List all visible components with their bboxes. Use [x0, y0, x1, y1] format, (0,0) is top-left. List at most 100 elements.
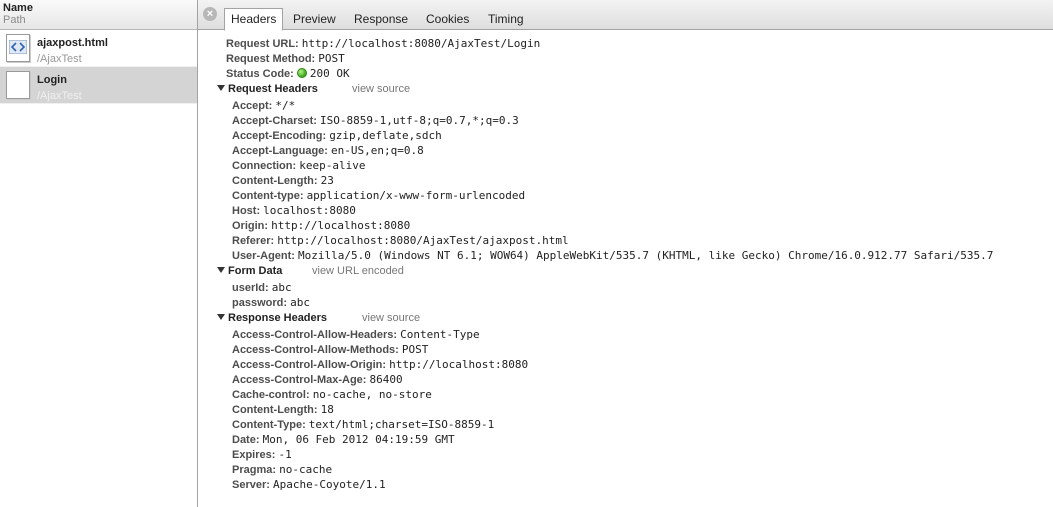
header-value: POST: [318, 52, 345, 65]
header-key: Origin:: [232, 220, 269, 232]
status-ok-icon: [296, 68, 307, 78]
header-key: Accept-Encoding:: [232, 130, 327, 142]
disclosure-triangle-icon: [217, 267, 225, 273]
request-details-pane: × Headers Preview Response Cookies Timin…: [198, 0, 1053, 507]
header-value: application/x-www-form-urlencoded: [306, 189, 526, 202]
header-row: Accept-Charset: ISO-8859-1,utf-8;q=0.7,*…: [198, 113, 1053, 128]
tab-headers[interactable]: Headers: [224, 8, 284, 31]
request-row-ajaxpost[interactable]: ajaxpost.html /AjaxTest: [0, 30, 197, 67]
header-row: Content-type: application/x-www-form-url…: [198, 188, 1053, 203]
request-headers-section-toggle[interactable]: Request Headers view source: [198, 81, 1053, 98]
header-key: Expires:: [232, 449, 276, 461]
header-value: POST: [401, 343, 429, 356]
tab-response[interactable]: Response: [348, 9, 414, 30]
request-path: /AjaxTest: [37, 53, 82, 65]
header-key: Status Code:: [226, 68, 294, 80]
header-key: Connection:: [232, 160, 297, 172]
header-key: Request URL:: [226, 38, 299, 50]
header-key: Access-Control-Max-Age:: [232, 374, 367, 386]
header-value: gzip,deflate,sdch: [329, 129, 442, 142]
header-key: userId:: [232, 282, 269, 294]
request-list-pane: Name Path ajaxpost.html /AjaxTest Login …: [0, 0, 198, 507]
list-column-header[interactable]: Name Path: [0, 0, 197, 30]
header-row: Accept: */*: [198, 98, 1053, 113]
header-key: Server:: [232, 479, 270, 491]
form-data-section-toggle[interactable]: Form Data view URL encoded: [198, 263, 1053, 280]
tab-timing[interactable]: Timing: [482, 9, 530, 30]
header-row: Access-Control-Allow-Methods: POST: [198, 342, 1053, 357]
tab-cookies[interactable]: Cookies: [420, 9, 475, 30]
request-row-login[interactable]: Login /AjaxTest: [0, 67, 197, 104]
header-row: Content-Length: 23: [198, 173, 1053, 188]
view-url-encoded-link[interactable]: view URL encoded: [312, 263, 404, 280]
header-key: Content-Length:: [232, 404, 318, 416]
name-column-label: Name: [3, 2, 33, 14]
request-method-row: Request Method: POST: [198, 51, 1053, 66]
header-key: Request Method:: [226, 53, 316, 65]
header-value: text/html;charset=ISO-8859-1: [308, 418, 495, 431]
view-source-link[interactable]: view source: [352, 81, 410, 98]
header-key: User-Agent:: [232, 250, 295, 262]
tab-preview[interactable]: Preview: [287, 9, 342, 30]
header-value: keep-alive: [299, 159, 366, 172]
header-value: Mon, 06 Feb 2012 04:19:59 GMT: [262, 433, 455, 446]
header-value: */*: [275, 99, 296, 112]
header-row: Content-Type: text/html;charset=ISO-8859…: [198, 417, 1053, 432]
section-title: Response Headers: [228, 312, 328, 324]
header-row: Access-Control-Allow-Origin: http://loca…: [198, 357, 1053, 372]
headers-content: Request URL: http://localhost:8080/AjaxT…: [198, 36, 1053, 492]
status-code-row: Status Code: 200 OK: [198, 66, 1053, 81]
request-url-row: Request URL: http://localhost:8080/AjaxT…: [198, 36, 1053, 51]
header-value: http://localhost:8080/AjaxTest/ajaxpost.…: [277, 234, 569, 247]
view-source-link[interactable]: view source: [362, 310, 420, 327]
header-key: Access-Control-Allow-Headers:: [232, 329, 398, 341]
section-title: Request Headers: [228, 83, 318, 95]
details-tab-bar: × Headers Preview Response Cookies Timin…: [198, 0, 1053, 31]
blank-file-icon: [6, 71, 30, 99]
disclosure-triangle-icon: [217, 85, 225, 91]
header-key: password:: [232, 297, 288, 309]
header-row: Referer: http://localhost:8080/AjaxTest/…: [198, 233, 1053, 248]
header-value: Apache-Coyote/1.1: [272, 478, 386, 491]
header-row: userId: abc: [198, 280, 1053, 295]
header-value: 86400: [369, 373, 403, 386]
header-row: Date: Mon, 06 Feb 2012 04:19:59 GMT: [198, 432, 1053, 447]
header-row: User-Agent: Mozilla/5.0 (Windows NT 6.1;…: [198, 248, 1053, 263]
section-title: Form Data: [228, 265, 283, 277]
header-value: no-cache: [279, 463, 333, 476]
header-value: ISO-8859-1,utf-8;q=0.7,*;q=0.3: [320, 114, 519, 127]
header-row: Cache-control: no-cache, no-store: [198, 387, 1053, 402]
header-row: Access-Control-Allow-Headers: Content-Ty…: [198, 327, 1053, 342]
header-value: -1: [278, 448, 292, 461]
header-key: Access-Control-Allow-Origin:: [232, 359, 387, 371]
header-key: Accept:: [232, 100, 273, 112]
header-value: Content-Type: [400, 328, 480, 341]
header-value: http://localhost:8080: [271, 219, 411, 232]
header-row: Connection: keep-alive: [198, 158, 1053, 173]
header-value: no-cache, no-store: [312, 388, 432, 401]
header-row: Accept-Language: en-US,en;q=0.8: [198, 143, 1053, 158]
header-key: Content-Type:: [232, 419, 306, 431]
header-row: Server: Apache-Coyote/1.1: [198, 477, 1053, 492]
header-value: http://localhost:8080: [389, 358, 529, 371]
header-row: Content-Length: 18: [198, 402, 1053, 417]
header-key: Referer:: [232, 235, 275, 247]
header-key: Accept-Language:: [232, 145, 328, 157]
header-value: abc: [290, 296, 310, 309]
header-value: 23: [320, 174, 334, 187]
header-key: Cache-control:: [232, 389, 310, 401]
header-value: abc: [271, 281, 292, 294]
response-headers-section-toggle[interactable]: Response Headers view source: [198, 310, 1053, 327]
close-icon[interactable]: ×: [203, 7, 217, 21]
request-name: Login: [37, 74, 67, 86]
path-column-label: Path: [3, 14, 26, 26]
header-value: localhost:8080: [263, 204, 356, 217]
header-value: Mozilla/5.0 (Windows NT 6.1; WOW64) Appl…: [298, 249, 994, 262]
header-key: Content-type:: [232, 190, 304, 202]
header-key: Access-Control-Allow-Methods:: [232, 344, 399, 356]
header-row: Accept-Encoding: gzip,deflate,sdch: [198, 128, 1053, 143]
header-value: en-US,en;q=0.8: [331, 144, 424, 157]
header-row: Host: localhost:8080: [198, 203, 1053, 218]
header-value: 200 OK: [309, 67, 350, 80]
header-row: password: abc: [198, 295, 1053, 310]
